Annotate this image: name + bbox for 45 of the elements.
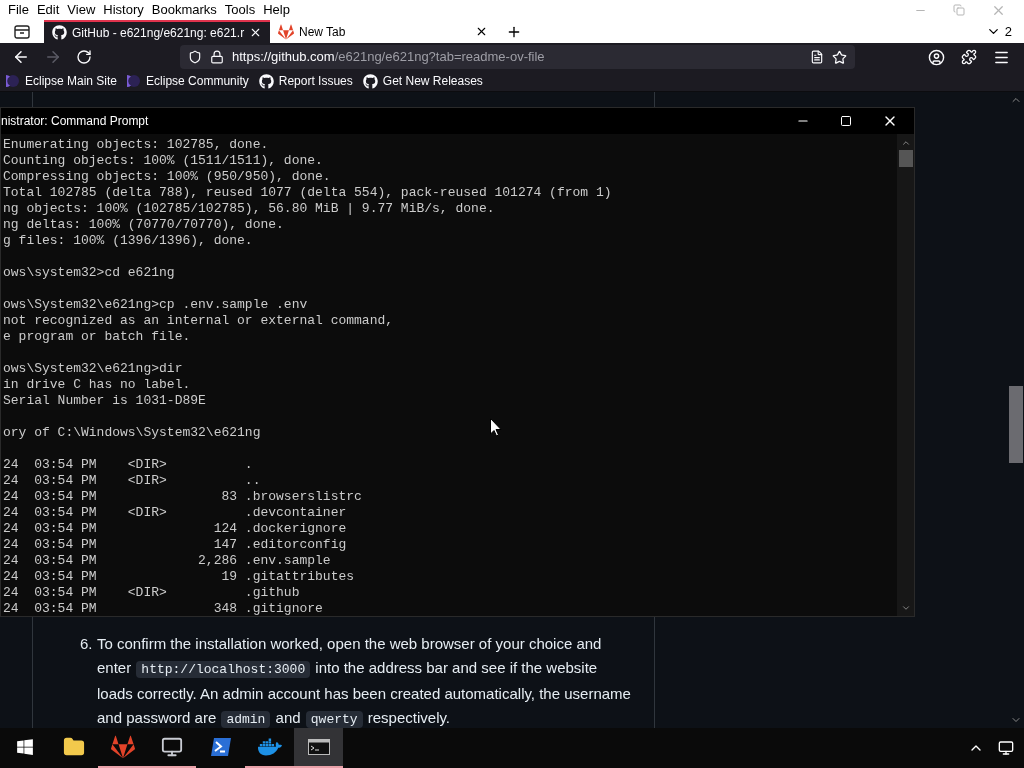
console-line: 24 03:54 PM 124 .dockerignore	[3, 521, 347, 537]
console-line: Counting objects: 100% (1511/1511), done.	[3, 153, 323, 169]
bookmark-item[interactable]: Report Issues	[258, 72, 353, 90]
url-text: https://github.com/e621ng/e621ng?tab=readme-ov-file	[232, 48, 546, 67]
console-line: ory of C:\Windows\System32\e621ng	[3, 425, 261, 441]
menu-item[interactable]: View	[63, 0, 100, 20]
console-line: 24 03:54 PM 83 .browserslistrc	[3, 489, 362, 505]
address-bar[interactable]: https://github.com/e621ng/e621ng?tab=readme-ov-file	[180, 45, 855, 69]
list-item-text: To confirm the installation worked, open the web browser of your choice and enter http://localhost:3000 into the address bar and see if the website loads correctly. An admin account has been created automatically, the username and password are admin and qwerty respectively.	[97, 634, 632, 730]
tab-title: New Tab	[299, 23, 347, 41]
console-line: 24 03:54 PM <DIR> .	[3, 457, 253, 473]
menu-item[interactable]: Tools	[220, 0, 260, 20]
browser-tab[interactable]: GitHub - e621ng/e621ng: e621.r	[44, 20, 270, 43]
console-line: 24 03:54 PM 147 .editorconfig	[3, 537, 347, 553]
bookmark-item[interactable]: Eclipse Community	[127, 72, 249, 90]
console-line: 24 03:54 PM <DIR> ..	[3, 473, 261, 489]
menu-item[interactable]: File	[4, 0, 33, 20]
window-title: nistrator: Command Prompt	[1, 113, 149, 130]
console-line: ows\System32\e621ng>dir	[3, 361, 183, 377]
console-line: ows\System32\e621ng>cp .env.sample .env	[3, 297, 308, 313]
console-line: e program or batch file.	[3, 329, 191, 345]
tab-title: GitHub - e621ng/e621ng: e621.r	[72, 24, 245, 42]
console-line: ng deltas: 100% (70770/70770), done.	[3, 217, 284, 233]
bookmark-item[interactable]: Eclipse Main Site	[6, 72, 118, 90]
bookmark-item[interactable]: Get New Releases	[362, 72, 483, 90]
console-line: g files: 100% (1396/1396), done.	[3, 233, 253, 249]
console-line: Compressing objects: 100% (950/950), done.	[3, 169, 331, 185]
menu-item[interactable]: Edit	[32, 0, 64, 20]
console-line: Enumerating objects: 102785, done.	[3, 137, 269, 153]
menu-item[interactable]: Help	[259, 0, 294, 20]
console-line: ng objects: 100% (102785/102785), 56.80 MiB | 9.77 MiB/s, done.	[3, 201, 495, 217]
console-line: 24 03:54 PM <DIR> .devcontainer	[3, 505, 347, 521]
console-line: 24 03:54 PM 348 .gitignore	[3, 601, 323, 616]
tab-count: 2	[1004, 22, 1012, 41]
list-number: 6.	[80, 634, 94, 654]
console-line: in drive C has no label.	[3, 377, 191, 393]
console-line: 24 03:54 PM <DIR> .github	[3, 585, 300, 601]
console-line: ows\system32>cd e621ng	[3, 265, 175, 281]
menu-item[interactable]: History	[99, 0, 148, 20]
console-line: not recognized as an internal or external command,	[3, 313, 394, 329]
console-line: Total 102785 (delta 788), reused 1077 (delta 554), pack-reused 101274 (from 1)	[3, 185, 612, 201]
menu-item[interactable]: Bookmarks	[147, 0, 221, 20]
console-line: 24 03:54 PM 19 .gitattributes	[3, 569, 355, 585]
console-line: 24 03:54 PM 2,286 .env.sample	[3, 553, 331, 569]
console-line: Serial Number is 1031-D89E	[3, 393, 206, 409]
